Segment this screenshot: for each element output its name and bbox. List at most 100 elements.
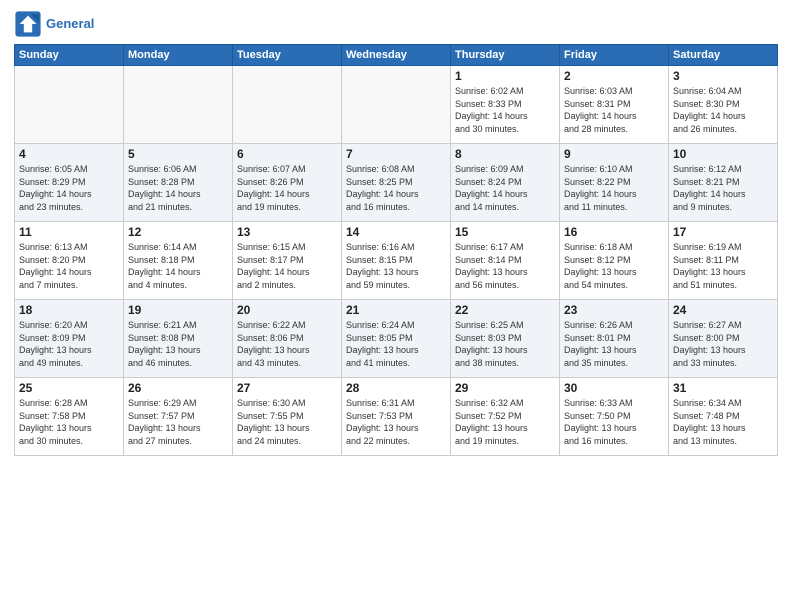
calendar-cell: 3 Sunrise: 6:04 AM Sunset: 8:30 PM Daylig… (669, 66, 778, 144)
calendar-cell: 8 Sunrise: 6:09 AM Sunset: 8:24 PM Daylig… (451, 144, 560, 222)
day-info: Sunrise: 6:20 AM Sunset: 8:09 PM Dayligh… (19, 319, 119, 369)
day-info: Sunrise: 6:24 AM Sunset: 8:05 PM Dayligh… (346, 319, 446, 369)
day-number: 4 (19, 147, 119, 161)
weekday-header-row: SundayMondayTuesdayWednesdayThursdayFrid… (15, 45, 778, 66)
day-number: 15 (455, 225, 555, 239)
calendar-cell: 9 Sunrise: 6:10 AM Sunset: 8:22 PM Daylig… (560, 144, 669, 222)
day-info: Sunrise: 6:32 AM Sunset: 7:52 PM Dayligh… (455, 397, 555, 447)
day-number: 7 (346, 147, 446, 161)
calendar-cell: 31 Sunrise: 6:34 AM Sunset: 7:48 PM Dayli… (669, 378, 778, 456)
day-number: 14 (346, 225, 446, 239)
day-info: Sunrise: 6:28 AM Sunset: 7:58 PM Dayligh… (19, 397, 119, 447)
day-info: Sunrise: 6:25 AM Sunset: 8:03 PM Dayligh… (455, 319, 555, 369)
calendar-cell: 22 Sunrise: 6:25 AM Sunset: 8:03 PM Dayli… (451, 300, 560, 378)
calendar-cell: 28 Sunrise: 6:31 AM Sunset: 7:53 PM Dayli… (342, 378, 451, 456)
day-info: Sunrise: 6:31 AM Sunset: 7:53 PM Dayligh… (346, 397, 446, 447)
calendar-cell: 26 Sunrise: 6:29 AM Sunset: 7:57 PM Dayli… (124, 378, 233, 456)
logo-text: General (46, 16, 94, 32)
day-info: Sunrise: 6:17 AM Sunset: 8:14 PM Dayligh… (455, 241, 555, 291)
day-number: 31 (673, 381, 773, 395)
day-number: 13 (237, 225, 337, 239)
day-number: 29 (455, 381, 555, 395)
day-info: Sunrise: 6:10 AM Sunset: 8:22 PM Dayligh… (564, 163, 664, 213)
calendar-week-row: 18 Sunrise: 6:20 AM Sunset: 8:09 PM Dayli… (15, 300, 778, 378)
day-info: Sunrise: 6:03 AM Sunset: 8:31 PM Dayligh… (564, 85, 664, 135)
weekday-header-sunday: Sunday (15, 45, 124, 66)
day-number: 3 (673, 69, 773, 83)
day-number: 23 (564, 303, 664, 317)
logo: General (14, 10, 94, 38)
day-number: 30 (564, 381, 664, 395)
day-number: 11 (19, 225, 119, 239)
calendar-cell: 7 Sunrise: 6:08 AM Sunset: 8:25 PM Daylig… (342, 144, 451, 222)
calendar-week-row: 1 Sunrise: 6:02 AM Sunset: 8:33 PM Daylig… (15, 66, 778, 144)
day-info: Sunrise: 6:05 AM Sunset: 8:29 PM Dayligh… (19, 163, 119, 213)
calendar-week-row: 4 Sunrise: 6:05 AM Sunset: 8:29 PM Daylig… (15, 144, 778, 222)
calendar-cell: 5Sunrise: 6:06 AM Sunset: 8:28 PM Daylig… (124, 144, 233, 222)
calendar-cell: 14 Sunrise: 6:16 AM Sunset: 8:15 PM Dayli… (342, 222, 451, 300)
calendar-cell: 23 Sunrise: 6:26 AM Sunset: 8:01 PM Dayli… (560, 300, 669, 378)
calendar-cell: 21Sunrise: 6:24 AM Sunset: 8:05 PM Dayli… (342, 300, 451, 378)
day-info: Sunrise: 6:07 AM Sunset: 8:26 PM Dayligh… (237, 163, 337, 213)
calendar-week-row: 11 Sunrise: 6:13 AM Sunset: 8:20 PM Dayli… (15, 222, 778, 300)
day-number: 6 (237, 147, 337, 161)
day-number: 28 (346, 381, 446, 395)
day-info: Sunrise: 6:29 AM Sunset: 7:57 PM Dayligh… (128, 397, 228, 447)
day-number: 9 (564, 147, 664, 161)
weekday-header-monday: Monday (124, 45, 233, 66)
calendar-cell: 27Sunrise: 6:30 AM Sunset: 7:55 PM Dayli… (233, 378, 342, 456)
calendar-cell: 13 Sunrise: 6:15 AM Sunset: 8:17 PM Dayli… (233, 222, 342, 300)
day-number: 26 (128, 381, 228, 395)
day-number: 17 (673, 225, 773, 239)
calendar-cell: 15 Sunrise: 6:17 AM Sunset: 8:14 PM Dayli… (451, 222, 560, 300)
day-info: Sunrise: 6:18 AM Sunset: 8:12 PM Dayligh… (564, 241, 664, 291)
day-number: 27 (237, 381, 337, 395)
day-number: 18 (19, 303, 119, 317)
day-info: Sunrise: 6:13 AM Sunset: 8:20 PM Dayligh… (19, 241, 119, 291)
calendar-cell (15, 66, 124, 144)
day-info: Sunrise: 6:26 AM Sunset: 8:01 PM Dayligh… (564, 319, 664, 369)
day-number: 22 (455, 303, 555, 317)
calendar-cell: 17 Sunrise: 6:19 AM Sunset: 8:11 PM Dayli… (669, 222, 778, 300)
calendar-cell: 6 Sunrise: 6:07 AM Sunset: 8:26 PM Daylig… (233, 144, 342, 222)
day-info: Sunrise: 6:34 AM Sunset: 7:48 PM Dayligh… (673, 397, 773, 447)
day-info: Sunrise: 6:09 AM Sunset: 8:24 PM Dayligh… (455, 163, 555, 213)
calendar-table: SundayMondayTuesdayWednesdayThursdayFrid… (14, 44, 778, 456)
day-info: Sunrise: 6:33 AM Sunset: 7:50 PM Dayligh… (564, 397, 664, 447)
day-number: 10 (673, 147, 773, 161)
calendar-cell: 24Sunrise: 6:27 AM Sunset: 8:00 PM Dayli… (669, 300, 778, 378)
calendar-cell: 20 Sunrise: 6:22 AM Sunset: 8:06 PM Dayli… (233, 300, 342, 378)
day-number: 12 (128, 225, 228, 239)
logo-line1: General (46, 16, 94, 31)
day-info: Sunrise: 6:08 AM Sunset: 8:25 PM Dayligh… (346, 163, 446, 213)
calendar-cell (342, 66, 451, 144)
day-number: 25 (19, 381, 119, 395)
calendar-cell (124, 66, 233, 144)
day-info: Sunrise: 6:27 AM Sunset: 8:00 PM Dayligh… (673, 319, 773, 369)
day-number: 1 (455, 69, 555, 83)
page-container: General SundayMondayTuesdayWednesdayThur… (0, 0, 792, 462)
day-number: 2 (564, 69, 664, 83)
day-number: 19 (128, 303, 228, 317)
day-number: 8 (455, 147, 555, 161)
calendar-cell: 30 Sunrise: 6:33 AM Sunset: 7:50 PM Dayli… (560, 378, 669, 456)
day-info: Sunrise: 6:16 AM Sunset: 8:15 PM Dayligh… (346, 241, 446, 291)
day-info: Sunrise: 6:02 AM Sunset: 8:33 PM Dayligh… (455, 85, 555, 135)
day-info: Sunrise: 6:04 AM Sunset: 8:30 PM Dayligh… (673, 85, 773, 135)
logo-icon (14, 10, 42, 38)
header: General (14, 10, 778, 38)
day-info: Sunrise: 6:19 AM Sunset: 8:11 PM Dayligh… (673, 241, 773, 291)
day-info: Sunrise: 6:14 AM Sunset: 8:18 PM Dayligh… (128, 241, 228, 291)
day-number: 5 (128, 147, 228, 161)
calendar-cell: 29 Sunrise: 6:32 AM Sunset: 7:52 PM Dayli… (451, 378, 560, 456)
day-number: 16 (564, 225, 664, 239)
day-info: Sunrise: 6:15 AM Sunset: 8:17 PM Dayligh… (237, 241, 337, 291)
day-number: 20 (237, 303, 337, 317)
calendar-cell (233, 66, 342, 144)
calendar-cell: 12 Sunrise: 6:14 AM Sunset: 8:18 PM Dayli… (124, 222, 233, 300)
calendar-week-row: 25 Sunrise: 6:28 AM Sunset: 7:58 PM Dayli… (15, 378, 778, 456)
day-info: Sunrise: 6:22 AM Sunset: 8:06 PM Dayligh… (237, 319, 337, 369)
calendar-cell: 10Sunrise: 6:12 AM Sunset: 8:21 PM Dayli… (669, 144, 778, 222)
calendar-cell: 25 Sunrise: 6:28 AM Sunset: 7:58 PM Dayli… (15, 378, 124, 456)
calendar-cell: 18 Sunrise: 6:20 AM Sunset: 8:09 PM Dayli… (15, 300, 124, 378)
